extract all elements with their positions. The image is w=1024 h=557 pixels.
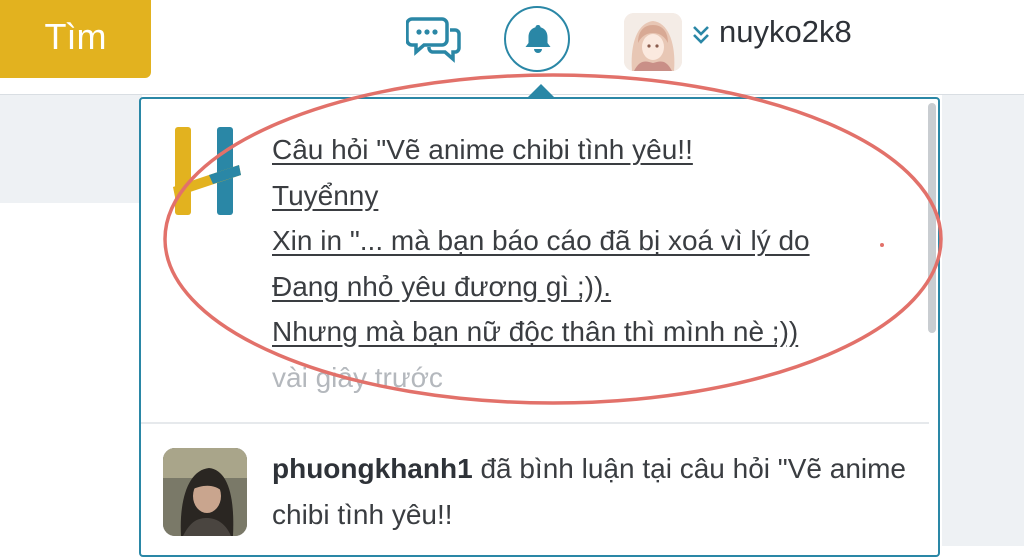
username[interactable]: nuyko2k8 — [719, 14, 852, 50]
commenter-avatar[interactable] — [163, 448, 247, 536]
page-background — [0, 95, 142, 203]
notification-line[interactable]: Đang nhỏ yêu đương gì ;)). — [272, 264, 912, 310]
notification-time: vài giây trước — [272, 361, 443, 393]
notification-line[interactable]: Xin in "... mà bạn báo cáo đã bị xoá vì … — [272, 218, 912, 264]
notification-text[interactable]: phuongkhanh1 đã bình luận tại câu hỏi "V… — [272, 446, 912, 538]
commenter-username[interactable]: phuongkhanh1 — [272, 453, 473, 484]
notifications-button[interactable] — [504, 6, 570, 72]
site-logo-icon — [173, 127, 241, 215]
messages-icon[interactable] — [406, 16, 462, 64]
top-header: Tìm nuyko2k8 — [0, 0, 1024, 95]
notification-item[interactable]: Câu hỏi "Vẽ anime chibi tình yêu!! Tuyển… — [141, 99, 929, 424]
bell-icon — [525, 25, 551, 53]
avatar-image — [624, 13, 682, 71]
notification-line[interactable]: Tuyểnny — [272, 173, 912, 219]
notification-line[interactable]: Câu hỏi "Vẽ anime chibi tình yêu!! — [272, 127, 912, 173]
dropdown-caret — [527, 84, 555, 98]
notification-item[interactable]: phuongkhanh1 đã bình luận tại câu hỏi "V… — [141, 424, 929, 555]
chevron-down-icon[interactable] — [692, 24, 710, 46]
avatar-image — [163, 448, 247, 536]
user-avatar[interactable] — [624, 13, 682, 71]
search-button[interactable]: Tìm — [0, 0, 151, 78]
notification-line[interactable]: Nhưng mà bạn nữ độc thân thì mình nè ;)) — [272, 309, 912, 355]
page-background-right — [942, 95, 1024, 546]
notifications-dropdown: Câu hỏi "Vẽ anime chibi tình yêu!! Tuyển… — [139, 97, 940, 557]
notification-text[interactable]: Câu hỏi "Vẽ anime chibi tình yêu!! Tuyển… — [272, 127, 912, 400]
scrollbar[interactable] — [928, 103, 936, 333]
